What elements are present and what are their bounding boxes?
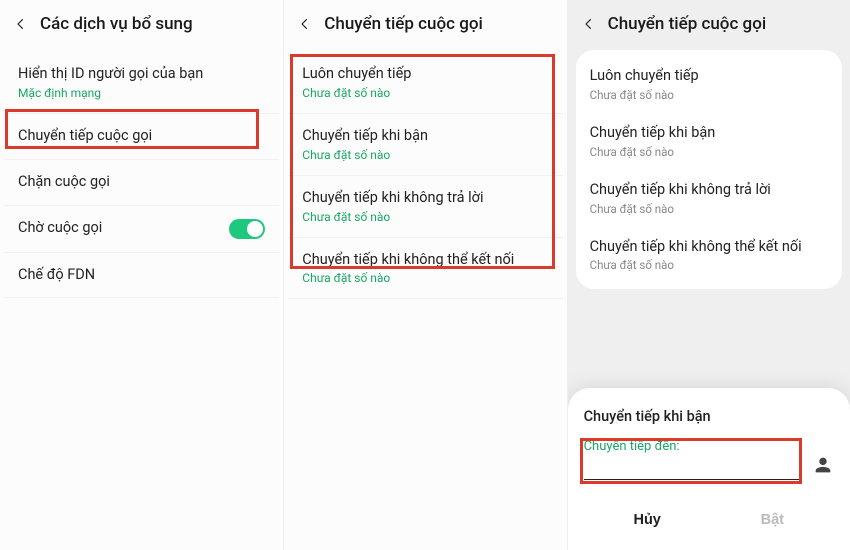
item-forward-when-busy[interactable]: Chuyển tiếp khi bận Chưa đặt số nào <box>288 114 562 176</box>
forwarding-card: Luôn chuyển tiếp Chưa đặt số nào Chuyển … <box>576 50 842 289</box>
item-call-waiting[interactable]: Chờ cuộc gọi <box>4 206 279 253</box>
toggle-on-icon[interactable] <box>229 219 265 239</box>
item-label: Chuyển tiếp khi bận <box>590 124 828 143</box>
item-fdn-mode[interactable]: Chế độ FDN <box>4 253 279 299</box>
item-label: Chặn cuộc gọi <box>18 173 265 192</box>
forward-number-input[interactable] <box>584 458 802 480</box>
item-label: Luôn chuyển tiếp <box>590 67 828 86</box>
item-label: Hiển thị ID người gọi của bạn <box>18 65 265 84</box>
item-forward-when-busy[interactable]: Chuyển tiếp khi bận Chưa đặt số nào <box>576 113 842 170</box>
item-label: Chuyển tiếp khi bận <box>302 127 548 146</box>
sheet-title: Chuyển tiếp khi bận <box>584 408 834 425</box>
header: Chuyển tiếp cuộc gọi <box>568 0 850 44</box>
back-icon[interactable] <box>580 15 598 33</box>
panel-call-forwarding-dialog: Chuyển tiếp cuộc gọi Luôn chuyển tiếp Ch… <box>567 0 850 550</box>
item-label: Chuyển tiếp khi không trả lời <box>590 181 828 200</box>
item-call-forwarding[interactable]: Chuyển tiếp cuộc gọi <box>4 114 279 160</box>
header: Các dịch vụ bổ sung <box>0 0 283 52</box>
field-label: Chuyển tiếp đến: <box>584 439 802 454</box>
item-label: Chuyển tiếp khi không trả lời <box>302 189 548 208</box>
item-sub: Chưa đặt số nào <box>302 210 548 224</box>
item-always-forward[interactable]: Luôn chuyển tiếp Chưa đặt số nào <box>288 52 562 114</box>
panel-call-forwarding: Chuyển tiếp cuộc gọi Luôn chuyển tiếp Ch… <box>283 0 566 550</box>
forward-to-field: Chuyển tiếp đến: <box>584 439 802 480</box>
item-sub: Mặc định mạng <box>18 86 265 100</box>
item-label: Chuyển tiếp cuộc gọi <box>18 127 265 146</box>
item-sub: Chưa đặt số nào <box>590 202 828 216</box>
item-forward-no-answer[interactable]: Chuyển tiếp khi không trả lời Chưa đặt s… <box>576 170 842 227</box>
item-sub: Chưa đặt số nào <box>590 88 828 102</box>
page-title: Chuyển tiếp cuộc gọi <box>608 14 767 34</box>
item-always-forward[interactable]: Luôn chuyển tiếp Chưa đặt số nào <box>576 56 842 113</box>
item-forward-no-answer[interactable]: Chuyển tiếp khi không trả lời Chưa đặt s… <box>288 176 562 238</box>
enable-button[interactable]: Bật <box>741 504 804 536</box>
settings-list: Hiển thị ID người gọi của bạn Mặc định m… <box>0 52 283 298</box>
item-sub: Chưa đặt số nào <box>590 145 828 159</box>
sheet-field-row: Chuyển tiếp đến: <box>584 439 834 480</box>
back-icon[interactable] <box>12 15 30 33</box>
back-icon[interactable] <box>296 15 314 33</box>
sheet-actions: Hủy Bật <box>584 498 834 540</box>
contact-picker-icon[interactable] <box>812 454 834 476</box>
item-forward-unreachable[interactable]: Chuyển tiếp khi không thể kết nối Chưa đ… <box>576 227 842 284</box>
page-title: Chuyển tiếp cuộc gọi <box>324 14 483 34</box>
item-forward-unreachable[interactable]: Chuyển tiếp khi không thể kết nối Chưa đ… <box>288 238 562 300</box>
item-call-blocking[interactable]: Chặn cuộc gọi <box>4 160 279 206</box>
item-label: Chuyển tiếp khi không thể kết nối <box>302 251 548 270</box>
item-sub: Chưa đặt số nào <box>590 258 828 272</box>
item-label: Luôn chuyển tiếp <box>302 65 548 84</box>
item-label: Chờ cuộc gọi <box>18 219 102 238</box>
page-title: Các dịch vụ bổ sung <box>40 14 193 34</box>
header: Chuyển tiếp cuộc gọi <box>284 0 566 52</box>
item-caller-id[interactable]: Hiển thị ID người gọi của bạn Mặc định m… <box>4 52 279 114</box>
item-sub: Chưa đặt số nào <box>302 86 548 100</box>
cancel-button[interactable]: Hủy <box>613 504 680 536</box>
bottom-sheet: Chuyển tiếp khi bận Chuyển tiếp đến: Hủy… <box>568 388 850 550</box>
item-sub: Chưa đặt số nào <box>302 148 548 162</box>
item-sub: Chưa đặt số nào <box>302 271 548 285</box>
forwarding-list: Luôn chuyển tiếp Chưa đặt số nào Chuyển … <box>284 52 566 299</box>
panel-additional-services: Các dịch vụ bổ sung Hiển thị ID người gọ… <box>0 0 283 550</box>
item-label: Chuyển tiếp khi không thể kết nối <box>590 238 828 257</box>
item-label: Chế độ FDN <box>18 266 265 285</box>
